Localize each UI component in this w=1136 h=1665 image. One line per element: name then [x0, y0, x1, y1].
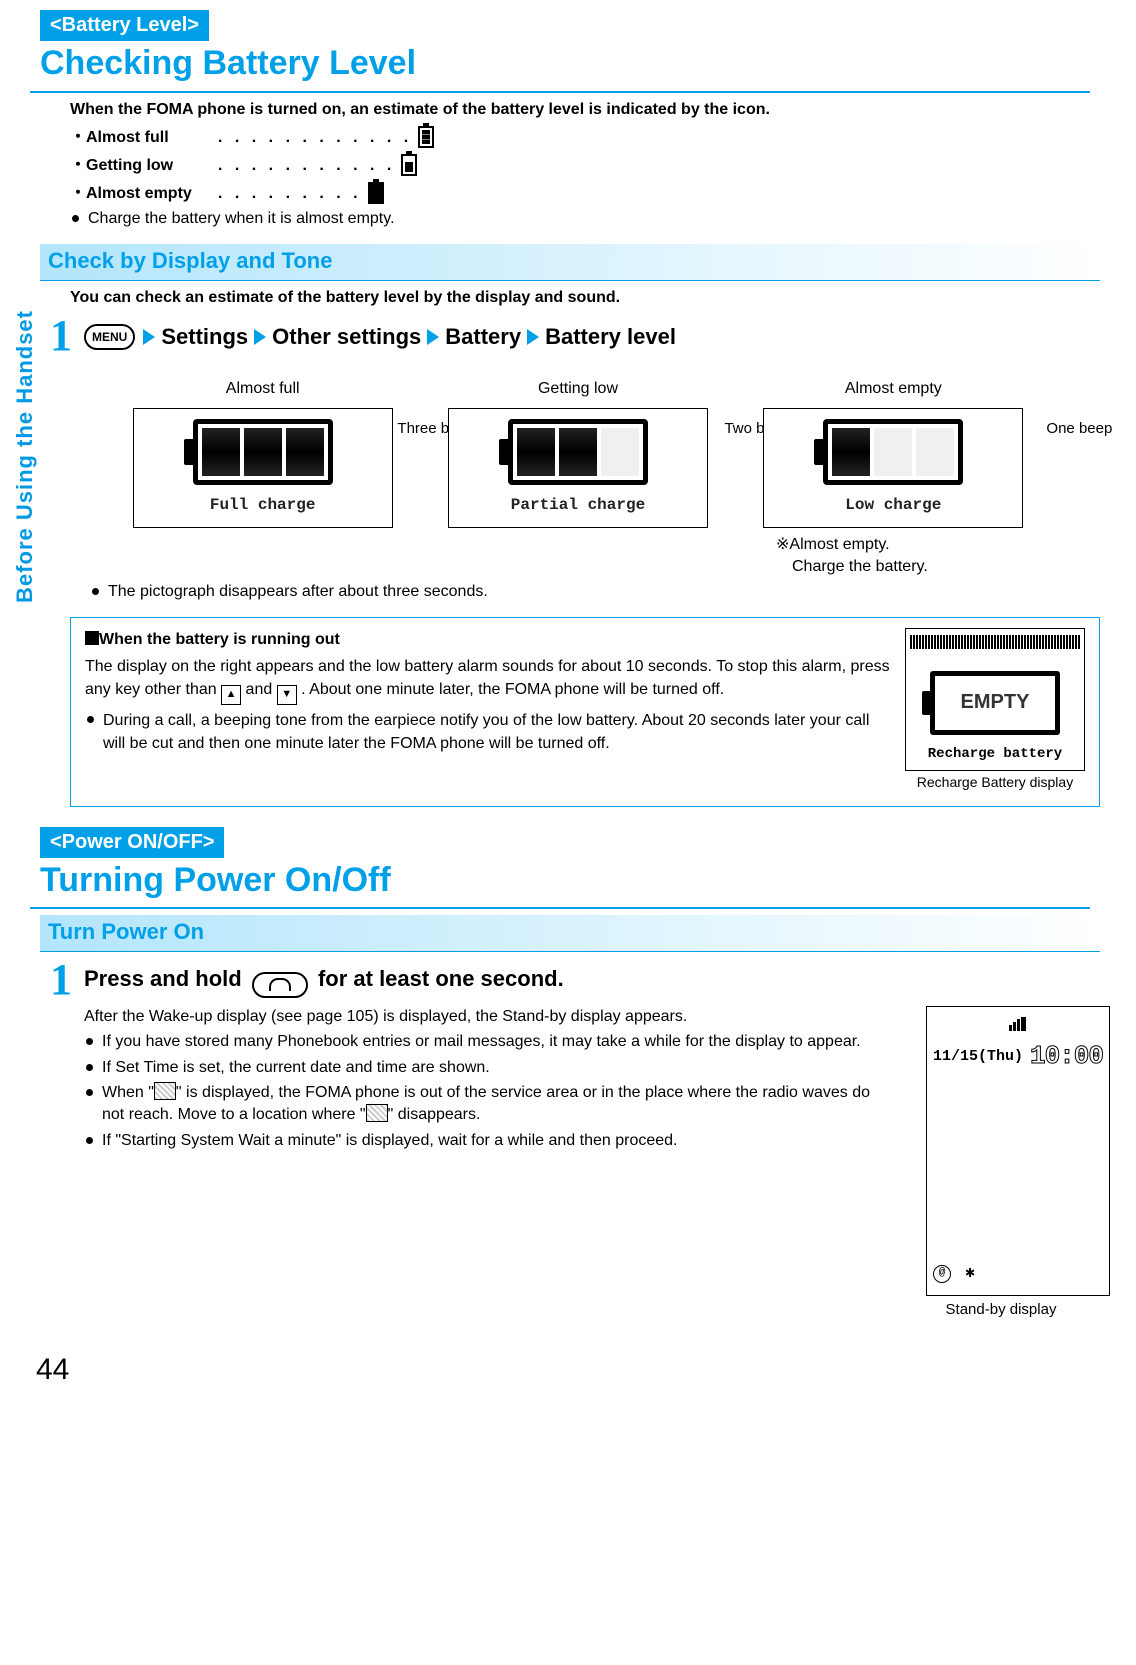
title-turning-power: Turning Power On/Off: [30, 858, 1090, 910]
col-full: Almost full Three beeps Full charge: [120, 378, 405, 528]
bullet-settime: If Set Time is set, the current date and…: [84, 1057, 886, 1079]
screen-low: One beep Low charge: [763, 408, 1023, 528]
nav-battery-level: Battery level: [545, 322, 676, 352]
label-almost-empty: ・Almost empty: [70, 183, 218, 205]
screen-time: 10:00: [1030, 1039, 1103, 1074]
cap-partial-charge: Partial charge: [511, 495, 645, 517]
note-charge-battery: Charge the battery.: [776, 556, 1036, 578]
nav-settings: Settings: [161, 322, 248, 352]
alpha-icon: @: [933, 1265, 951, 1283]
recharge-sub: Recharge Battery display: [905, 773, 1085, 792]
dots: . . . . . . . . . . . .: [218, 127, 412, 149]
recharge-caption: Recharge battery: [928, 745, 1062, 764]
arrow-icon: [254, 329, 266, 345]
label-getting-low: ・Getting low: [70, 155, 218, 177]
screen-date: 11/15(Thu): [933, 1047, 1023, 1067]
step-text-a: Press and hold: [84, 966, 248, 991]
tag-power-onoff: <Power ON/OFF>: [40, 827, 224, 858]
box-head: When the battery is running out: [99, 631, 340, 648]
dots: . . . . . . . . . . .: [218, 155, 395, 177]
box-p1c: . About one minute later, the FOMA phone…: [301, 681, 724, 698]
cap-low-charge: Low charge: [845, 495, 941, 517]
subhead-turn-power-on: Turn Power On: [40, 915, 1100, 952]
status-bar-icon: [910, 635, 1080, 649]
down-key-icon: ▼: [277, 685, 297, 705]
after-wakeup-text: After the Wake-up display (see page 105)…: [84, 1006, 886, 1028]
col-label-empty: Almost empty: [845, 378, 942, 400]
standby-caption: Stand-by display: [906, 1300, 1096, 1320]
recharge-display: EMPTY Recharge battery: [905, 628, 1085, 771]
running-out-box: When the battery is running out The disp…: [70, 617, 1100, 807]
no-signal-icon: [154, 1082, 176, 1100]
battery-full-icon: [418, 126, 434, 148]
bottom-icons: @ ✱: [933, 1265, 1103, 1283]
bullet-nosignal: When "" is displayed, the FOMA phone is …: [84, 1082, 886, 1125]
below-note: ※Almost empty. Charge the battery.: [30, 534, 1036, 577]
nav-battery: Battery: [445, 322, 521, 352]
bullet-phonebook: If you have stored many Phonebook entrie…: [84, 1031, 886, 1053]
screen-full: Three beeps Full charge: [133, 408, 393, 528]
box-p1b: and: [246, 681, 277, 698]
standby-display: 11/15(Thu) 10:00 @ ✱: [926, 1006, 1110, 1296]
subhead-check-display: Check by Display and Tone: [40, 244, 1100, 281]
black-square-icon: [85, 631, 99, 645]
battery-screens-row: Almost full Three beeps Full charge Gett…: [120, 378, 1036, 528]
side-tab-label: Before Using the Handset: [10, 310, 40, 603]
menu-key-icon: MENU: [84, 324, 135, 350]
box-p2: During a call, a beeping tone from the e…: [85, 709, 895, 755]
disappear-note: The pictograph disappears after about th…: [90, 581, 1096, 603]
label-almost-full: ・Almost full: [70, 127, 218, 149]
no-signal-icon: [366, 1104, 388, 1122]
battery-graphic-low: [823, 419, 963, 485]
nav-other-settings: Other settings: [272, 322, 421, 352]
dots: . . . . . . . . .: [218, 183, 362, 205]
empty-battery-icon: EMPTY: [930, 671, 1060, 735]
page-number: 44: [36, 1350, 1096, 1391]
arrow-icon: [527, 329, 539, 345]
row-getting-low: ・Getting low . . . . . . . . . . .: [70, 154, 1100, 176]
power-key-icon: [252, 972, 308, 998]
bluetooth-icon: ✱: [961, 1265, 979, 1283]
screen-partial: Two beeps Partial charge: [448, 408, 708, 528]
antenna-icon: [1009, 1013, 1027, 1032]
step-1-power: 1 Press and hold for at least one second…: [50, 958, 1096, 1320]
note-almost-empty: ※Almost empty.: [776, 534, 1036, 556]
tag-battery-level: <Battery Level>: [40, 10, 209, 41]
row-almost-full: ・Almost full . . . . . . . . . . . .: [70, 126, 1100, 148]
intro-text: When the FOMA phone is turned on, an est…: [70, 99, 1100, 121]
up-key-icon: ▲: [221, 685, 241, 705]
beep-one: One beep: [1046, 419, 1112, 439]
section-power-onoff: <Power ON/OFF> Turning Power On/Off Turn…: [30, 827, 1096, 1320]
step-1-nav: 1 MENU Settings Other settings Battery B…: [50, 314, 1096, 358]
cap-full-charge: Full charge: [210, 495, 316, 517]
row-almost-empty: ・Almost empty . . . . . . . . .: [70, 182, 1100, 204]
step-number-1b: 1: [50, 958, 78, 1002]
col-label-full: Almost full: [226, 378, 300, 400]
battery-low-icon: [401, 154, 417, 176]
arrow-icon: [143, 329, 155, 345]
bullet-starting-system: If "Starting System Wait a minute" is di…: [84, 1130, 886, 1152]
col-label-low: Getting low: [538, 378, 618, 400]
title-checking-battery: Checking Battery Level: [30, 41, 1090, 93]
col-partial: Getting low Two beeps Partial charge: [435, 378, 720, 528]
charge-note: Charge the battery when it is almost emp…: [70, 208, 1100, 230]
battery-empty-icon: [368, 182, 384, 204]
col-low: Almost empty One beep Low charge: [751, 378, 1036, 528]
battery-graphic-full: [193, 419, 333, 485]
step-number-1: 1: [50, 314, 78, 358]
arrow-icon: [427, 329, 439, 345]
battery-graphic-partial: [508, 419, 648, 485]
section-battery-level: <Battery Level> Checking Battery Level W…: [30, 10, 1096, 807]
step-text-b: for at least one second.: [318, 966, 564, 991]
sub-intro: You can check an estimate of the battery…: [70, 287, 1100, 309]
